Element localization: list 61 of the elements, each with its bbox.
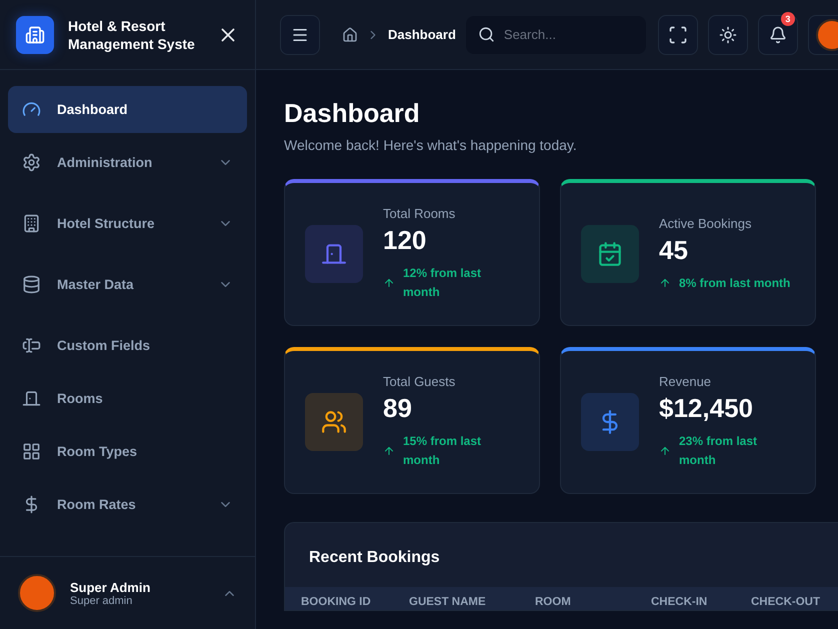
stat-change: 12% from last month [403, 265, 482, 301]
arrow-up-icon [659, 277, 671, 289]
building-icon [16, 16, 54, 54]
search-field[interactable]: Search... [466, 16, 646, 54]
user-name: Super Admin [70, 580, 152, 594]
stat-label: Total Guests [383, 374, 456, 389]
gear-icon [22, 153, 41, 172]
arrow-up-icon [659, 445, 671, 457]
door-icon [305, 225, 363, 283]
database-icon [22, 275, 41, 294]
building-icon [22, 214, 41, 233]
stat-label: Total Rooms [383, 206, 456, 221]
user-role: Super admin [70, 594, 134, 606]
nav-item[interactable]: Room Rates [8, 481, 247, 528]
nav-item[interactable]: Rooms [8, 375, 247, 422]
home-icon[interactable] [342, 26, 358, 42]
stat-value: 89 [383, 393, 413, 424]
menu-button[interactable] [280, 14, 320, 54]
search-icon [478, 26, 495, 42]
stat-label: Active Bookings [659, 216, 752, 230]
nav-item[interactable]: Administration [8, 139, 247, 186]
column-header: BOOKING ID [301, 596, 372, 608]
stat-change: 15% from last month [403, 433, 482, 469]
text-cursor-icon [22, 336, 41, 355]
arrow-up-icon [383, 277, 395, 289]
column-header: CHECK-IN [651, 596, 708, 608]
nav-item[interactable]: Room Types [8, 428, 247, 475]
avatar [816, 18, 838, 50]
calendar-check-icon [581, 225, 639, 283]
page-title: Dashboard [284, 98, 421, 129]
notification-count: 3 [780, 12, 795, 26]
arrow-up-icon [383, 445, 395, 457]
fullscreen-button[interactable] [658, 14, 698, 54]
nav-item[interactable]: Dashboard [8, 86, 247, 133]
fullscreen-icon [668, 24, 688, 44]
avatar [18, 574, 56, 612]
dollar-icon [581, 393, 639, 451]
app-title: Hotel & Resort Management Syste [68, 16, 196, 52]
page-subtitle: Welcome back! Here's what's happening today. [284, 137, 578, 153]
sun-icon [718, 26, 737, 44]
grid-icon [22, 442, 41, 461]
column-header: ROOM [535, 596, 572, 608]
nav-item[interactable]: Custom Fields [8, 322, 247, 369]
bell-icon [768, 26, 787, 44]
stat-value: $12,450 [659, 393, 754, 424]
stat-value: 120 [383, 225, 428, 256]
column-header: CHECK-OUT [751, 596, 821, 608]
column-header: GUEST NAME [409, 596, 487, 608]
breadcrumb-current: Dashboard [388, 27, 456, 42]
notifications-button[interactable]: 3 [758, 14, 798, 54]
gauge-icon [22, 100, 41, 119]
stat-change: 23% from last month [679, 433, 758, 469]
stat-label: Revenue [659, 374, 712, 389]
nav-item[interactable]: Hotel Structure [8, 200, 247, 247]
stat-change: 8% from last month [679, 274, 790, 292]
door-icon [22, 389, 41, 408]
stat-value: 45 [659, 234, 689, 266]
nav-item[interactable]: Master Data [8, 261, 247, 308]
panel-title: Recent Bookings [308, 548, 441, 568]
users-icon [305, 393, 363, 451]
theme-button[interactable] [708, 14, 748, 54]
